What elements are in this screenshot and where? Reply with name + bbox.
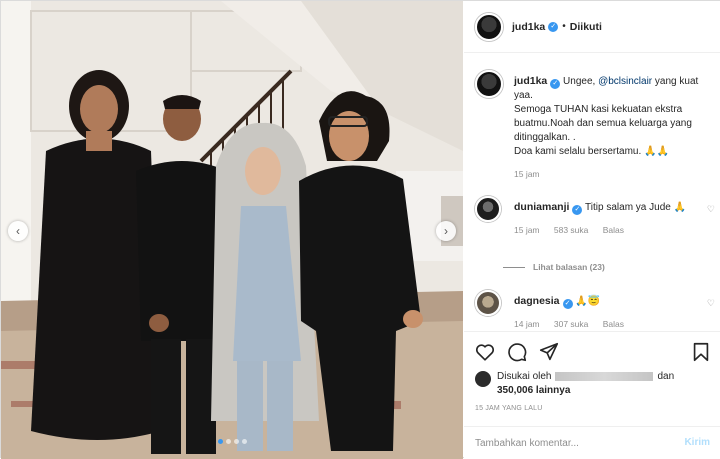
comment-meta: 15 jam 583 suka Balas [514, 223, 704, 237]
verified-icon: ✓ [550, 79, 561, 89]
post-actions: Disukai oleh dan 350,006 lainnya 15 JAM Y… [464, 331, 720, 431]
commenter-username[interactable]: dagnesia [514, 295, 560, 307]
caption-meta: 15 jam [514, 167, 704, 181]
carousel-dot [225, 439, 231, 444]
comment-likes[interactable]: 583 suka [554, 225, 589, 235]
comment-icon[interactable] [506, 341, 528, 363]
header-separator: • [562, 21, 566, 32]
chevron-right-icon: › [444, 224, 448, 238]
post-modal: ‹ › jud1ka ✓ • Diikuti jud1ka ✓ Ungee, @… [0, 0, 720, 459]
comment-time[interactable]: 15 jam [514, 225, 540, 235]
replies-divider [503, 266, 525, 268]
comment-text: Titip salam ya Jude 🙏 [585, 202, 687, 213]
comment-body: dagnesia ✓ 🙏😇 14 jam 307 suka Balas [514, 294, 704, 331]
caption-line-3: Doa kami selalu bersertamu. 🙏🙏 [514, 146, 669, 157]
comments-list[interactable]: jud1ka ✓ Ungee, @bclsinclair yang kuat ya… [464, 54, 720, 331]
caption-author-avatar[interactable] [475, 70, 503, 98]
carousel-dot [217, 439, 223, 444]
view-replies-label: Lihat balasan (23) [533, 262, 605, 272]
verified-icon: ✓ [548, 21, 559, 32]
commenter-avatar[interactable] [475, 196, 501, 222]
author-avatar[interactable] [475, 12, 503, 41]
add-comment-bar: Kirim [464, 426, 720, 459]
author-username[interactable]: jud1ka [512, 21, 545, 33]
likes-connector: dan [657, 371, 675, 382]
comment-reply-button[interactable]: Balas [603, 319, 624, 329]
view-replies-button[interactable]: Lihat balasan (23) [503, 262, 605, 272]
commenter-avatar[interactable] [475, 290, 501, 316]
comment-likes[interactable]: 307 suka [554, 319, 589, 329]
chevron-left-icon: ‹ [16, 224, 20, 238]
photo-illustration [1, 1, 463, 459]
carousel-prev-button[interactable]: ‹ [8, 221, 28, 241]
caption-author-username[interactable]: jud1ka [514, 75, 547, 87]
comment-time[interactable]: 14 jam [514, 319, 540, 329]
verified-icon: ✓ [562, 299, 573, 309]
bookmark-icon[interactable] [690, 341, 712, 363]
post-timestamp[interactable]: 15 JAM YANG LALU [475, 405, 543, 412]
send-comment-button[interactable]: Kirim [684, 437, 710, 448]
likes-summary: Disukai oleh dan 350,006 lainnya [475, 370, 674, 398]
likes-prefix: Disukai oleh [497, 371, 552, 382]
comment-text: 🙏😇 [575, 296, 601, 307]
commenter-username[interactable]: duniamanji [514, 201, 569, 213]
caption-time[interactable]: 15 jam [514, 169, 540, 179]
share-icon[interactable] [538, 341, 560, 363]
comment-heart-icon[interactable]: ♡ [707, 298, 715, 309]
caption-line-2: Semoga TUHAN kasi kekuatan ekstra buatmu… [514, 104, 692, 143]
verified-icon: ✓ [572, 205, 583, 215]
comment-body: duniamanji ✓ Titip salam ya Jude 🙏 15 jam… [514, 200, 704, 237]
post-photo[interactable]: ‹ › [1, 1, 463, 459]
likes-count-button[interactable]: 350,006 lainnya [497, 385, 570, 396]
comment-heart-icon[interactable]: ♡ [707, 204, 715, 215]
comment-input[interactable] [475, 434, 665, 452]
heart-icon[interactable] [474, 341, 496, 363]
caption-body: jud1ka ✓ Ungee, @bclsinclair yang kuat ya… [514, 74, 704, 181]
carousel-next-button[interactable]: › [436, 221, 456, 241]
likes-text: Disukai oleh dan 350,006 lainnya [497, 370, 674, 398]
carousel-indicator [1, 439, 463, 444]
caption-mention-link[interactable]: @bclsinclair [598, 76, 652, 87]
carousel-dot [233, 439, 239, 444]
post-header: jud1ka ✓ • Diikuti [464, 1, 720, 53]
comment-reply-button[interactable]: Balas [603, 225, 624, 235]
comment-meta: 14 jam 307 suka Balas [514, 317, 704, 331]
action-icons [474, 341, 712, 365]
post-side-panel: jud1ka ✓ • Diikuti jud1ka ✓ Ungee, @bclsi… [464, 1, 720, 459]
blurred-liker-name[interactable] [555, 371, 654, 381]
caption-text-prefix: Ungee, [563, 76, 599, 87]
follow-status-button[interactable]: Diikuti [570, 21, 602, 33]
carousel-dot [241, 439, 247, 444]
liker-avatar[interactable] [475, 371, 491, 387]
